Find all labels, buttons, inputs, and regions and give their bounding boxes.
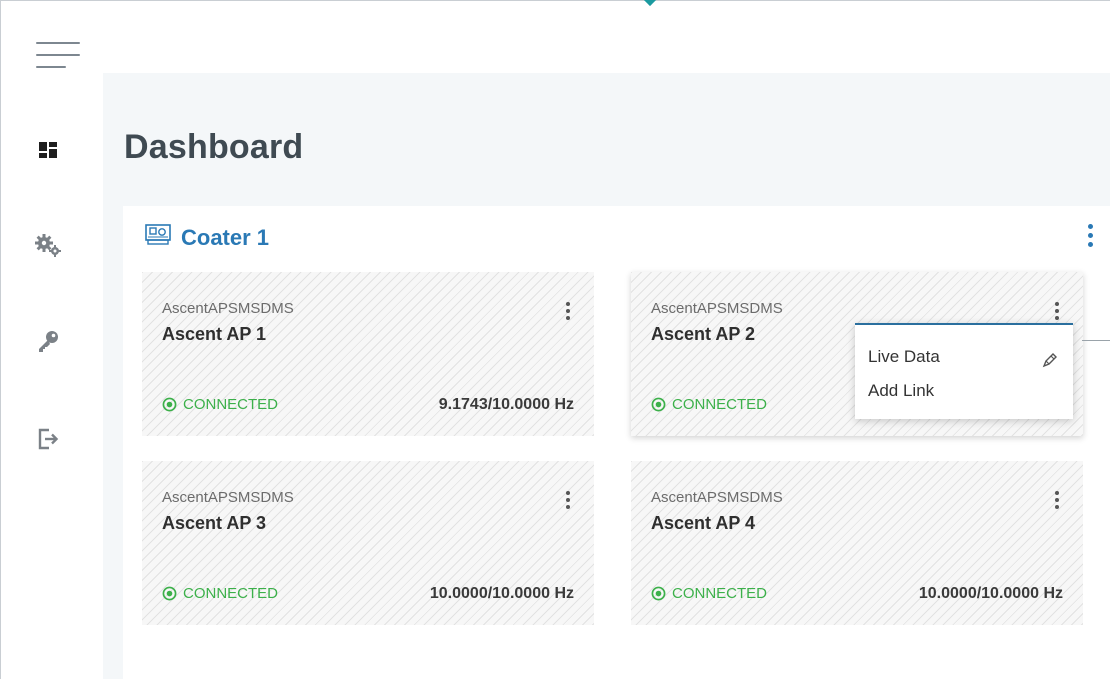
status-connected: CONNECTED: [162, 585, 278, 602]
connector-line: [1082, 340, 1110, 341]
card-title: Ascent AP 4: [651, 513, 756, 533]
frequency-value: 10.0000/10.0000 Hz: [918, 585, 1063, 602]
connected-icon: [651, 397, 666, 412]
status-connected: CONNECTED: [162, 396, 278, 413]
frequency-value: 10.0000/10.0000 Hz: [429, 585, 574, 602]
card-context-menu: Live Data Add Link: [855, 323, 1073, 419]
menu-item-live-data[interactable]: Live Data: [868, 347, 940, 367]
sidebar: [0, 0, 103, 679]
card-kebab-menu-icon[interactable]: [1053, 490, 1061, 510]
machine-icon: [145, 224, 171, 251]
status-label: CONNECTED: [672, 396, 768, 413]
logout-icon[interactable]: [33, 424, 63, 454]
frequency-value: 9.1743/10.0000 Hz: [438, 396, 574, 413]
page-title: Dashboard: [124, 128, 304, 166]
connected-icon: [162, 397, 177, 412]
gears-icon[interactable]: [33, 230, 63, 260]
dashboard-icon[interactable]: [33, 135, 63, 165]
card-kebab-menu-icon[interactable]: [1053, 301, 1061, 321]
card-title: Ascent AP 1: [162, 324, 267, 344]
card-subtitle: AscentAPSMSDMS: [162, 300, 294, 317]
menu-item-add-link[interactable]: Add Link: [868, 381, 934, 401]
card-subtitle: AscentAPSMSDMS: [651, 300, 783, 317]
status-connected: CONNECTED: [651, 396, 767, 413]
edit-pencil-icon[interactable]: [1041, 351, 1059, 369]
panel-header: Coater 1: [145, 224, 269, 251]
card-subtitle: AscentAPSMSDMS: [162, 489, 294, 506]
card-title: Ascent AP 2: [651, 324, 756, 344]
card-kebab-menu-icon[interactable]: [564, 301, 572, 321]
connected-icon: [162, 586, 177, 601]
device-card-1[interactable]: AscentAPSMSDMS Ascent AP 1 CONNECTED 9.1…: [142, 272, 594, 436]
connected-icon: [651, 586, 666, 601]
card-title: Ascent AP 3: [162, 513, 267, 533]
device-card-3[interactable]: AscentAPSMSDMS Ascent AP 3 CONNECTED 10.…: [142, 461, 594, 625]
panel-kebab-menu-icon[interactable]: [1084, 222, 1096, 250]
key-icon[interactable]: [33, 326, 63, 356]
device-card-4[interactable]: AscentAPSMSDMS Ascent AP 4 CONNECTED 10.…: [631, 461, 1083, 625]
status-label: CONNECTED: [183, 396, 279, 413]
status-connected: CONNECTED: [651, 585, 767, 602]
hamburger-menu-icon[interactable]: [36, 42, 80, 70]
panel-title[interactable]: Coater 1: [181, 225, 269, 251]
card-kebab-menu-icon[interactable]: [564, 490, 572, 510]
status-label: CONNECTED: [183, 585, 279, 602]
status-label: CONNECTED: [672, 585, 768, 602]
card-subtitle: AscentAPSMSDMS: [651, 489, 783, 506]
